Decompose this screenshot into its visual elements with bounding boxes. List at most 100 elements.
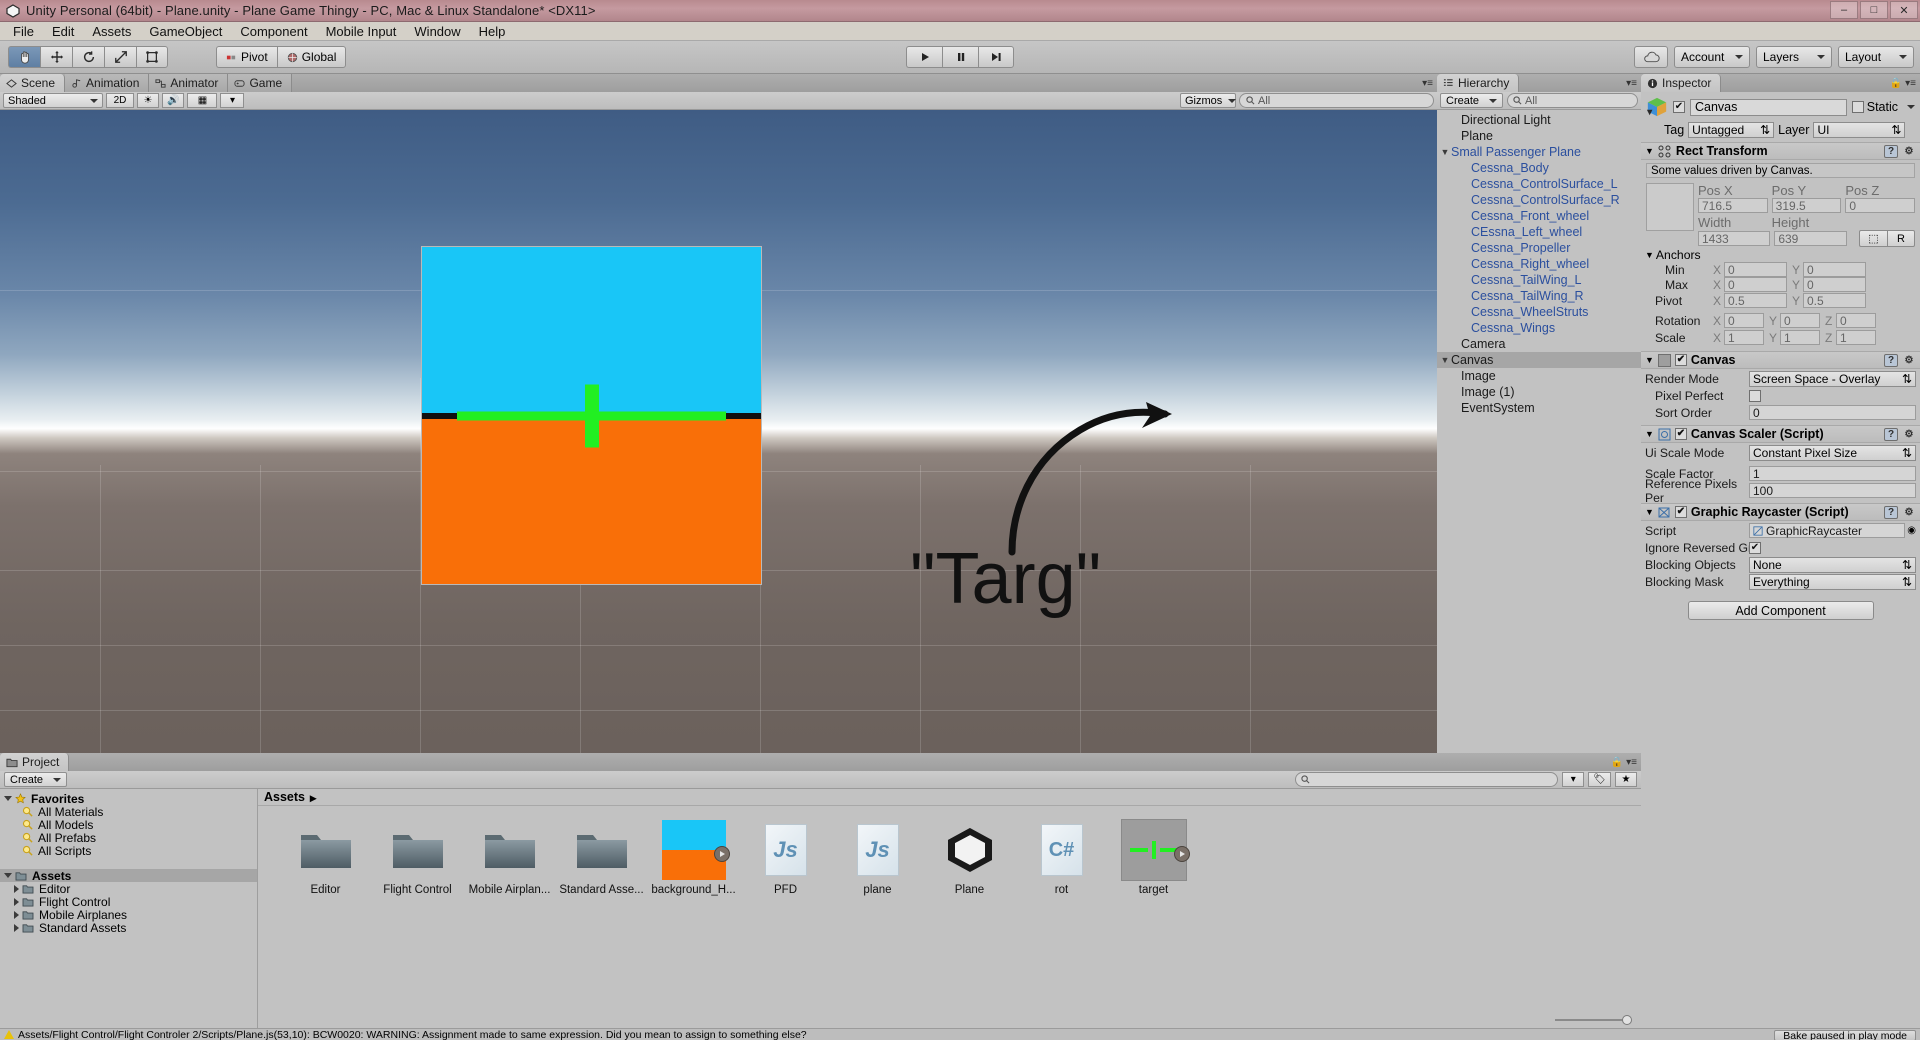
object-name-field[interactable]: Canvas <box>1690 99 1847 116</box>
close-button[interactable]: ✕ <box>1890 1 1918 19</box>
project-create-button[interactable]: Create <box>4 772 67 787</box>
hierarchy-item-cessna-controlsurface-l[interactable]: Cessna_ControlSurface_L <box>1437 176 1641 192</box>
foldout-icon[interactable]: ▼ <box>1439 144 1451 160</box>
canvas-scaler-enabled-checkbox[interactable]: ✔ <box>1675 428 1687 440</box>
global-mode-button[interactable]: Global <box>277 46 347 68</box>
tab-scene[interactable]: Scene <box>0 74 65 92</box>
hierarchy-item-cessna-tailwing-l[interactable]: Cessna_TailWing_L <box>1437 272 1641 288</box>
asset-item-background-h-[interactable]: background_H... <box>656 820 731 896</box>
asset-item-plane[interactable]: Jsplane <box>840 820 915 896</box>
hierarchy-item-eventsystem[interactable]: EventSystem <box>1437 400 1641 416</box>
asset-item-mobile-airplan-[interactable]: Mobile Airplan... <box>472 820 547 896</box>
height-field[interactable]: 639 <box>1774 231 1846 246</box>
favorite-filter-button[interactable]: ★ <box>1615 772 1637 787</box>
asset-zoom-slider[interactable] <box>258 1011 1641 1028</box>
component-header-canvas[interactable]: ▼ ✔ Canvas ? ⚙ <box>1641 351 1920 369</box>
scene-panel-menu-icon[interactable]: ▾≡ <box>1422 78 1433 89</box>
play-button[interactable] <box>906 46 942 68</box>
static-toggle[interactable]: Static <box>1852 100 1915 114</box>
foldout-icon[interactable]: ▼ <box>1645 429 1654 439</box>
scale-y-field[interactable]: 1 <box>1780 330 1820 345</box>
hand-tool-button[interactable] <box>8 46 40 68</box>
move-tool-button[interactable] <box>40 46 72 68</box>
menu-gameobject[interactable]: GameObject <box>140 23 231 40</box>
menu-help[interactable]: Help <box>470 23 515 40</box>
project-assets-root[interactable]: Assets <box>0 869 257 882</box>
foldout-icon[interactable]: ▼ <box>1645 355 1654 365</box>
width-field[interactable]: 1433 <box>1698 231 1770 246</box>
pivot-mode-button[interactable]: Pivot <box>216 46 277 68</box>
ui-scale-mode-dropdown[interactable]: Constant Pixel Size⇅ <box>1749 445 1916 461</box>
hierarchy-tree[interactable]: Directional LightPlane▼Small Passenger P… <box>1437 110 1641 753</box>
rotation-x-field[interactable]: 0 <box>1724 313 1764 328</box>
filter-by-type-button[interactable]: ▾ <box>1562 772 1584 787</box>
hierarchy-item-cessna-wings[interactable]: Cessna_Wings <box>1437 320 1641 336</box>
tab-hierarchy[interactable]: Hierarchy <box>1437 74 1519 92</box>
slider-knob[interactable] <box>1622 1015 1632 1025</box>
project-folder-editor[interactable]: Editor <box>0 882 257 895</box>
scale-z-field[interactable]: 1 <box>1836 330 1876 345</box>
minimize-button[interactable]: – <box>1830 1 1858 19</box>
breadcrumb-assets[interactable]: Assets <box>264 790 305 804</box>
project-folder-tree[interactable]: FavoritesAll MaterialsAll ModelsAll Pref… <box>0 789 258 1028</box>
render-mode-dropdown[interactable]: Screen Space - Overlay⇅ <box>1749 371 1916 387</box>
scene-search-input[interactable]: All <box>1239 93 1434 108</box>
component-header-canvas-scaler[interactable]: ▼ ✔ Canvas Scaler (Script) ? ⚙ <box>1641 425 1920 443</box>
raw-edit-mode-button[interactable]: R <box>1887 230 1915 247</box>
project-folder-flight-control[interactable]: Flight Control <box>0 895 257 908</box>
blueprint-mode-button[interactable]: ⬚ <box>1859 230 1887 247</box>
hierarchy-item-cessna-wheelstruts[interactable]: Cessna_WheelStruts <box>1437 304 1641 320</box>
chevron-down-icon[interactable] <box>1907 105 1915 109</box>
scale-factor-field[interactable]: 1 <box>1749 466 1916 481</box>
anchor-min-y-field[interactable]: 0 <box>1803 262 1866 277</box>
tab-project[interactable]: Project <box>0 753 69 771</box>
sub-asset-badge[interactable] <box>1174 846 1190 862</box>
project-favorite-all-scripts[interactable]: All Scripts <box>0 844 257 857</box>
foldout-closed-icon[interactable] <box>14 898 19 906</box>
anchor-max-y-field[interactable]: 0 <box>1803 277 1866 292</box>
object-picker-icon[interactable]: ◉ <box>1907 525 1916 536</box>
account-dropdown[interactable]: Account <box>1674 46 1750 68</box>
foldout-closed-icon[interactable] <box>14 911 19 919</box>
foldout-open-icon[interactable] <box>4 796 12 801</box>
toggle-2d-button[interactable]: 2D <box>106 93 134 108</box>
reference-pixels-field[interactable]: 100 <box>1749 483 1916 498</box>
asset-item-target[interactable]: target <box>1116 820 1191 896</box>
hierarchy-item-cessna-front-wheel[interactable]: Cessna_Front_wheel <box>1437 208 1641 224</box>
scale-x-field[interactable]: 1 <box>1724 330 1764 345</box>
shading-mode-dropdown[interactable]: Shaded <box>3 93 103 108</box>
menu-edit[interactable]: Edit <box>43 23 83 40</box>
menu-mobile-input[interactable]: Mobile Input <box>317 23 406 40</box>
hierarchy-item-small-passenger-plane[interactable]: ▼Small Passenger Plane <box>1437 144 1641 160</box>
pause-button[interactable] <box>942 46 978 68</box>
menu-assets[interactable]: Assets <box>83 23 140 40</box>
asset-item-rot[interactable]: C#rot <box>1024 820 1099 896</box>
tab-inspector[interactable]: Inspector <box>1641 74 1721 92</box>
component-header-graphic-raycaster[interactable]: ▼ ✔ Graphic Raycaster (Script) ? ⚙ <box>1641 503 1920 521</box>
gear-icon[interactable]: ⚙ <box>1902 506 1916 519</box>
anchors-foldout-row[interactable]: ▼ Anchors <box>1641 247 1920 262</box>
add-component-button[interactable]: Add Component <box>1688 601 1874 620</box>
menu-window[interactable]: Window <box>405 23 469 40</box>
pos-y-field[interactable]: 319.5 <box>1772 198 1842 213</box>
tab-animation[interactable]: Animation <box>65 74 149 92</box>
gizmos-dropdown[interactable]: Gizmos <box>1180 93 1236 108</box>
hierarchy-item-cessna-tailwing-r[interactable]: Cessna_TailWing_R <box>1437 288 1641 304</box>
gear-icon[interactable]: ⚙ <box>1902 354 1916 367</box>
hierarchy-item-cessna-propeller[interactable]: Cessna_Propeller <box>1437 240 1641 256</box>
asset-item-standard-asse-[interactable]: Standard Asse... <box>564 820 639 896</box>
hierarchy-item-canvas[interactable]: ▼Canvas <box>1437 352 1641 368</box>
foldout-open-icon[interactable] <box>4 873 12 878</box>
asset-grid[interactable]: EditorFlight ControlMobile Airplan...Sta… <box>258 806 1641 1011</box>
hierarchy-item-cessna-left-wheel[interactable]: CEssna_Left_wheel <box>1437 224 1641 240</box>
pos-z-field[interactable]: 0 <box>1845 198 1915 213</box>
scale-tool-button[interactable] <box>104 46 136 68</box>
project-favorite-all-materials[interactable]: All Materials <box>0 805 257 818</box>
project-folder-mobile-airplanes[interactable]: Mobile Airplanes <box>0 908 257 921</box>
help-icon[interactable]: ? <box>1884 428 1898 441</box>
menu-file[interactable]: File <box>4 23 43 40</box>
pixel-perfect-checkbox[interactable] <box>1749 390 1761 402</box>
hierarchy-item-cessna-body[interactable]: Cessna_Body <box>1437 160 1641 176</box>
static-checkbox[interactable] <box>1852 101 1864 113</box>
project-search-input[interactable] <box>1295 772 1558 787</box>
